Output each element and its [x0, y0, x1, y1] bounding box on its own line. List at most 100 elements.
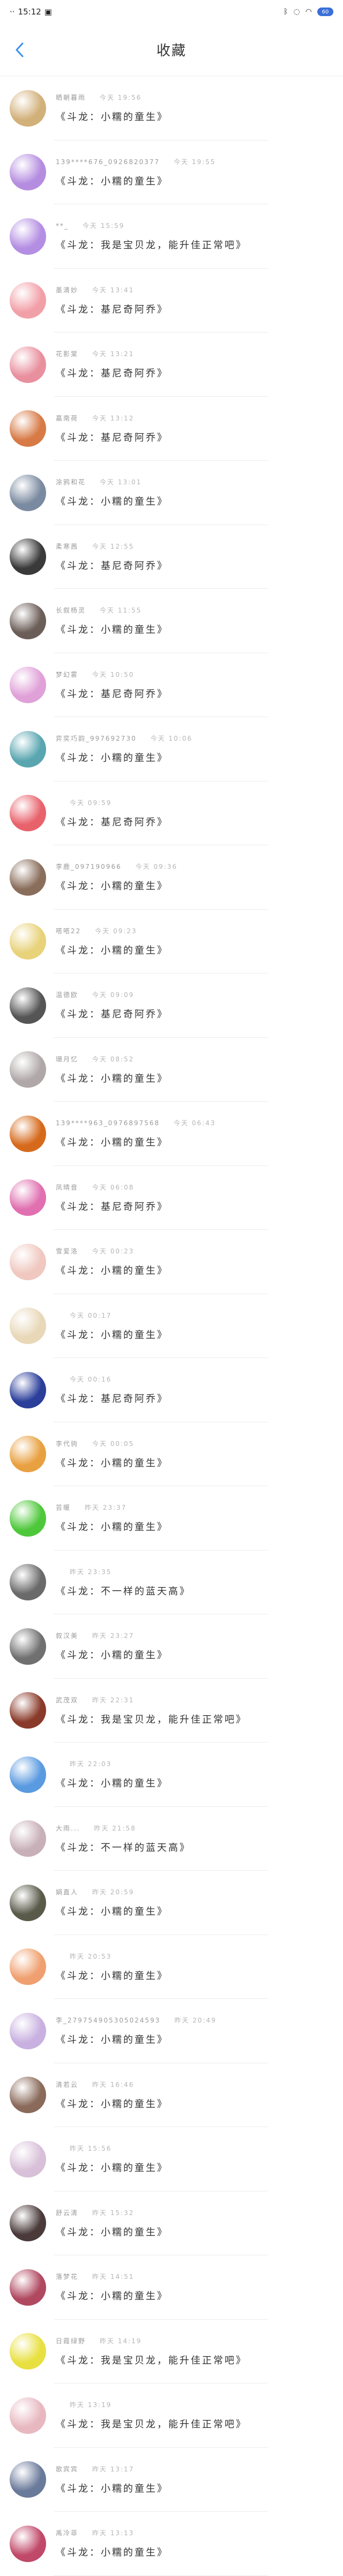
timestamp: 昨天 23:27: [92, 1632, 135, 1640]
favorite-title: 《斗龙：小糯的童生》: [56, 1457, 168, 1469]
avatar[interactable]: [10, 1243, 46, 1280]
favorite-title: 《斗龙：小糯的童生》: [56, 1906, 168, 1918]
favorite-title: 《斗龙：小糯的童生》: [56, 624, 168, 636]
avatar[interactable]: [10, 795, 46, 832]
avatar[interactable]: [10, 1884, 46, 1921]
avatar[interactable]: [10, 2012, 46, 2049]
list-item[interactable]: 李_279754905305024593 昨天 20:49 《斗龙：小糯的童生》: [0, 1999, 343, 2063]
back-button[interactable]: [12, 39, 27, 61]
avatar[interactable]: [10, 2525, 46, 2562]
list-item[interactable]: 柔寒茜 今天 12:55 《斗龙：基尼奇阿乔》: [0, 525, 343, 589]
avatar[interactable]: [10, 2461, 46, 2498]
item-meta: 舒云清 昨天 15:32 《斗龙：小糯的童生》: [56, 2208, 168, 2239]
avatar[interactable]: [10, 1820, 46, 1857]
timestamp: 今天 06:08: [92, 1183, 135, 1191]
list-item[interactable]: 珊月忆 今天 08:52 《斗龙：小糯的童生》: [0, 1038, 343, 1102]
item-meta: 弈奕巧韵_997692730 今天 10:06 《斗龙：小糯的童生》: [56, 734, 192, 764]
avatar[interactable]: [10, 1308, 46, 1345]
list-item[interactable]: 今天 00:16 《斗龙：基尼奇阿乔》: [0, 1358, 343, 1422]
list-item[interactable]: 弈奕巧韵_997692730 今天 10:06 《斗龙：小糯的童生》: [0, 717, 343, 781]
list-item[interactable]: 舒云清 昨天 15:32 《斗龙：小糯的童生》: [0, 2191, 343, 2256]
avatar[interactable]: [10, 90, 46, 127]
list-item[interactable]: 日霞绿野 昨天 14:19 《斗龙：我是宝贝龙，能升佳正常吧》: [0, 2320, 343, 2384]
list-item[interactable]: 凤晴音 今天 06:08 《斗龙：基尼奇阿乔》: [0, 1166, 343, 1230]
timestamp: 昨天 20:59: [92, 1888, 135, 1896]
list-item[interactable]: 139****963_0976897568 今天 06:43 《斗龙：小糯的童生》: [0, 1102, 343, 1166]
timestamp: 今天 13:21: [92, 350, 135, 358]
avatar[interactable]: [10, 2205, 46, 2242]
avatar[interactable]: [10, 667, 46, 704]
list-item[interactable]: 嗒嗒22 今天 09:23 《斗龙：小糯的童生》: [0, 910, 343, 974]
avatar[interactable]: [10, 602, 46, 639]
list-item[interactable]: 李鹿_097190966 今天 09:36 《斗龙：小糯的童生》: [0, 845, 343, 910]
avatar[interactable]: [10, 1756, 46, 1793]
list-item[interactable]: 今天 00:17 《斗龙：小糯的童生》: [0, 1294, 343, 1359]
avatar[interactable]: [10, 410, 46, 447]
list-item[interactable]: 清若云 昨天 16:46 《斗龙：小糯的童生》: [0, 2063, 343, 2128]
item-meta: 禹冷菲 昨天 13:13 《斗龙：小糯的童生》: [56, 2528, 168, 2559]
avatar[interactable]: [10, 474, 46, 511]
list-item[interactable]: 花影棠 今天 13:21 《斗龙：基尼奇阿乔》: [0, 333, 343, 397]
avatar[interactable]: [10, 2077, 46, 2114]
item-top-line: 舒云清 昨天 15:32: [56, 2208, 168, 2217]
list-item[interactable]: 昨天 13:19 《斗龙：我是宝贝龙，能升佳正常吧》: [0, 2383, 343, 2448]
list-item[interactable]: 长叙杨灵 今天 11:55 《斗龙：小糯的童生》: [0, 589, 343, 653]
user-name: 涂鸦和花: [56, 478, 86, 486]
list-item[interactable]: 禹冷菲 昨天 13:13 《斗龙：小糯的童生》: [0, 2512, 343, 2576]
avatar[interactable]: [10, 1500, 46, 1537]
list-item[interactable]: 大雨... 昨天 21:58 《斗龙：不一样的蓝天高》: [0, 1807, 343, 1871]
avatar[interactable]: [10, 2269, 46, 2306]
avatar[interactable]: [10, 1371, 46, 1408]
list-item[interactable]: 雪爱洛 今天 00:23 《斗龙：小糯的童生》: [0, 1230, 343, 1294]
list-item[interactable]: 昨天 22:03 《斗龙：小糯的童生》: [0, 1743, 343, 1807]
avatar[interactable]: [10, 2333, 46, 2370]
favorite-title: 《斗龙：小糯的童生》: [56, 1137, 168, 1149]
list-item[interactable]: 嘉南荷 今天 13:12 《斗龙：基尼奇阿乔》: [0, 397, 343, 461]
list-item[interactable]: 昨天 20:53 《斗龙：小糯的童生》: [0, 1935, 343, 1999]
list-item[interactable]: 李代驹 今天 00:05 《斗龙：小糯的童生》: [0, 1422, 343, 1487]
list-item[interactable]: 昨天 15:56 《斗龙：小糯的童生》: [0, 2127, 343, 2191]
list-item[interactable]: 落梦花 昨天 14:51 《斗龙：小糯的童生》: [0, 2255, 343, 2320]
list-item[interactable]: 芸暖 昨天 23:37 《斗龙：小糯的童生》: [0, 1486, 343, 1551]
list-item[interactable]: 武茂双 昨天 22:31 《斗龙：我是宝贝龙，能升佳正常吧》: [0, 1679, 343, 1743]
list-item[interactable]: 昨天 23:35 《斗龙：不一样的蓝天高》: [0, 1551, 343, 1615]
avatar[interactable]: [10, 2397, 46, 2434]
avatar[interactable]: [10, 1179, 46, 1216]
user-name: 弈奕巧韵_997692730: [56, 735, 137, 743]
avatar[interactable]: [10, 154, 46, 191]
favorite-title: 《斗龙：基尼奇阿乔》: [56, 1009, 168, 1021]
list-item[interactable]: **_ 今天 15:59 《斗龙：我是宝贝龙，能升佳正常吧》: [0, 204, 343, 269]
avatar[interactable]: [10, 1436, 46, 1473]
list-item[interactable]: 娟直人 昨天 20:59 《斗龙：小糯的童生》: [0, 1871, 343, 1935]
avatar[interactable]: [10, 987, 46, 1024]
avatar[interactable]: [10, 1115, 46, 1152]
avatar[interactable]: [10, 730, 46, 767]
avatar[interactable]: [10, 282, 46, 319]
list-item[interactable]: 温德欧 今天 09:09 《斗龙：基尼奇阿乔》: [0, 973, 343, 1038]
favorite-title: 《斗龙：我是宝贝龙，能升佳正常吧》: [56, 240, 247, 252]
avatar[interactable]: [10, 923, 46, 960]
list-item[interactable]: 今天 09:59 《斗龙：基尼奇阿乔》: [0, 781, 343, 846]
avatar[interactable]: [10, 218, 46, 255]
avatar[interactable]: [10, 1948, 46, 1985]
item-meta: 嘉南荷 今天 13:12 《斗龙：基尼奇阿乔》: [56, 414, 168, 444]
avatar[interactable]: [10, 538, 46, 575]
list-item[interactable]: 涂鸦和花 今天 13:01 《斗龙：小糯的童生》: [0, 461, 343, 525]
avatar[interactable]: [10, 1051, 46, 1088]
avatar[interactable]: [10, 1692, 46, 1729]
list-item[interactable]: 歌宾宾 昨天 13:17 《斗龙：小糯的童生》: [0, 2448, 343, 2512]
item-top-line: 梦幻雾 今天 10:50: [56, 670, 168, 679]
avatar[interactable]: [10, 859, 46, 896]
avatar[interactable]: [10, 346, 46, 383]
user-name: 139****963_0976897568: [56, 1119, 160, 1127]
timestamp: 昨天 13:19: [70, 2401, 112, 2409]
list-item[interactable]: 晒朝暮雨 今天 19:56 《斗龙：小糯的童生》: [0, 76, 343, 141]
avatar[interactable]: [10, 2140, 46, 2178]
list-item[interactable]: 梦幻雾 今天 10:50 《斗龙：基尼奇阿乔》: [0, 653, 343, 718]
list-item[interactable]: 139****676_0926820377 今天 19:55 《斗龙：小糯的童生》: [0, 141, 343, 205]
item-meta: 长叙杨灵 今天 11:55 《斗龙：小糯的童生》: [56, 606, 168, 636]
avatar[interactable]: [10, 1564, 46, 1601]
list-item[interactable]: 叙汉美 昨天 23:27 《斗龙：小糯的童生》: [0, 1614, 343, 1679]
list-item[interactable]: 墨清妙 今天 13:41 《斗龙：基尼奇阿乔》: [0, 269, 343, 333]
avatar[interactable]: [10, 1628, 46, 1665]
